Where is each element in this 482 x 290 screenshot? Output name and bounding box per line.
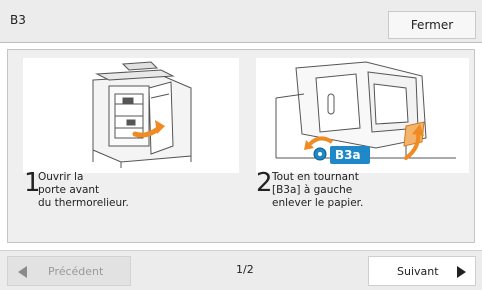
step-2-number: 2 — [256, 168, 273, 198]
page-indicator: 1/2 — [236, 263, 254, 276]
previous-label: Précédent — [48, 265, 104, 278]
page-title: B3 — [10, 13, 26, 27]
arrow-left-icon — [18, 266, 27, 278]
footer-bar: Précédent 1/2 Suivant — [0, 250, 482, 290]
instruction-panel: B3a 1 Ouvrir la porte avant du thermorel… — [7, 49, 475, 243]
arrow-right-icon — [457, 266, 466, 278]
b3a-label: B3a — [335, 148, 361, 162]
printer-front-door-illustration — [92, 61, 192, 168]
fuser-knob-illustration — [275, 61, 456, 164]
step-1-text: Ouvrir la porte avant du thermorelieur. — [38, 171, 129, 209]
step-2-text: Tout en tournant [B3a] à gauche enlever … — [272, 171, 364, 209]
next-label: Suivant — [397, 265, 439, 278]
next-button[interactable]: Suivant — [368, 256, 476, 286]
header-bar: B3 Fermer — [0, 0, 482, 43]
close-button[interactable]: Fermer — [388, 11, 476, 39]
step-2-illustration: B3a — [256, 58, 469, 173]
step-1-illustration — [23, 58, 239, 173]
previous-button[interactable]: Précédent — [7, 256, 131, 286]
